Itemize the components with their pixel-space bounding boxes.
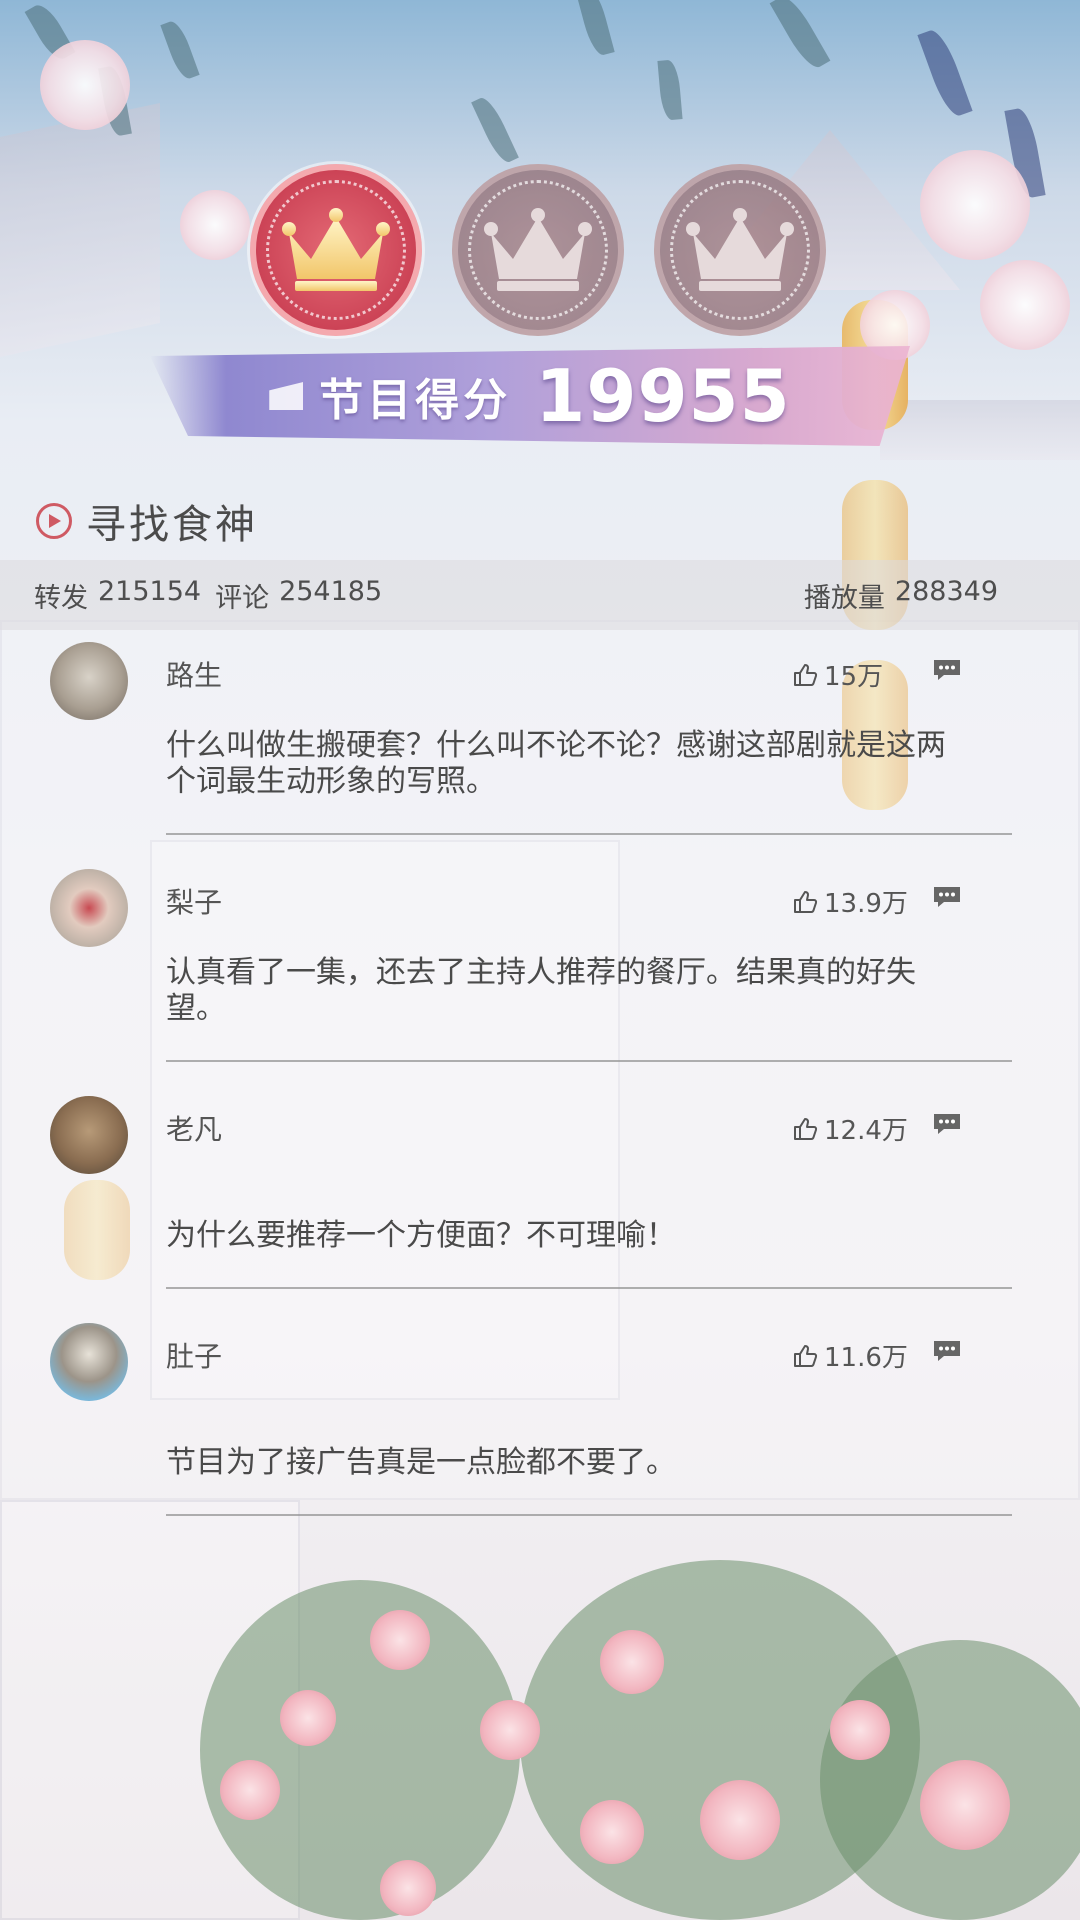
crown-icon bbox=[281, 207, 391, 293]
reply-icon[interactable] bbox=[932, 658, 962, 682]
like-count: 12.4万 bbox=[824, 1116, 908, 1146]
comment-list: 路生 15万 什么叫做生搬硬套？什么叫不论不论？感谢这部剧就是这两个词最生动形象… bbox=[0, 636, 1080, 1544]
like-button[interactable]: 15万 bbox=[792, 656, 883, 693]
thumbs-up-icon bbox=[794, 1344, 818, 1367]
commenter-name: 梨子 bbox=[166, 886, 223, 919]
like-button[interactable]: 11.6万 bbox=[792, 1337, 908, 1374]
commenter-name: 肚子 bbox=[166, 1340, 223, 1373]
like-count: 15万 bbox=[824, 662, 884, 692]
divider bbox=[166, 833, 1012, 835]
score-label: 节目得分 bbox=[319, 375, 512, 426]
score-banner: 节目得分 19955 bbox=[150, 346, 910, 446]
comment-text: 为什么要推荐一个方便面？不可理喻！ bbox=[166, 1218, 676, 1253]
list-item: 老凡 12.4万 为什么要推荐一个方便面？不可理喻！ bbox=[0, 1090, 1080, 1317]
reply-icon[interactable] bbox=[932, 1339, 962, 1363]
commenter-name: 路生 bbox=[166, 659, 223, 692]
medal-3 bbox=[654, 164, 826, 336]
clapperboard-icon bbox=[269, 382, 304, 410]
crown-icon bbox=[685, 207, 795, 293]
show-title: 寻找食神 bbox=[86, 502, 258, 548]
stats-bar: 转发 215154 评论 254185 播放量 288349 bbox=[0, 560, 1080, 630]
medal-1 bbox=[250, 164, 422, 336]
reply-icon[interactable] bbox=[932, 1112, 962, 1136]
plays-label: 播放量 bbox=[803, 582, 885, 614]
reply-icon[interactable] bbox=[932, 885, 962, 909]
thumbs-up-icon bbox=[794, 663, 818, 686]
repost-label: 转发 bbox=[34, 582, 88, 614]
like-count: 13.9万 bbox=[824, 889, 908, 919]
show-title-row[interactable]: 寻找食神 bbox=[36, 492, 258, 550]
comment-text: 节目为了接广告真是一点脸都不要了。 bbox=[166, 1445, 676, 1480]
like-button[interactable]: 12.4万 bbox=[792, 1110, 908, 1147]
avatar[interactable] bbox=[50, 1096, 128, 1174]
crown-icon bbox=[483, 207, 593, 293]
plays-count: 288349 bbox=[894, 575, 998, 607]
like-count: 11.6万 bbox=[824, 1343, 908, 1373]
like-button[interactable]: 13.9万 bbox=[792, 883, 908, 920]
rating-medals bbox=[250, 164, 830, 340]
thumbs-up-icon bbox=[794, 890, 818, 913]
avatar[interactable] bbox=[50, 1323, 128, 1401]
play-icon[interactable] bbox=[36, 503, 72, 539]
medal-2 bbox=[452, 164, 624, 336]
score-value: 19955 bbox=[535, 354, 791, 438]
divider bbox=[166, 1287, 1012, 1289]
thumbs-up-icon bbox=[794, 1117, 818, 1140]
list-item: 梨子 13.9万 认真看了一集，还去了主持人推荐的餐厅。结果真的好失望。 bbox=[0, 863, 1080, 1090]
list-item: 肚子 11.6万 节目为了接广告真是一点脸都不要了。 bbox=[0, 1317, 1080, 1544]
comment-text: 什么叫做生搬硬套？什么叫不论不论？感谢这部剧就是这两个词最生动形象的写照。 bbox=[166, 728, 946, 799]
commenter-name: 老凡 bbox=[166, 1113, 223, 1146]
repost-count: 215154 bbox=[98, 575, 202, 607]
avatar[interactable] bbox=[50, 642, 128, 720]
comment-count: 254185 bbox=[279, 575, 383, 607]
divider bbox=[166, 1060, 1012, 1062]
list-item: 路生 15万 什么叫做生搬硬套？什么叫不论不论？感谢这部剧就是这两个词最生动形象… bbox=[0, 636, 1080, 863]
avatar[interactable] bbox=[50, 869, 128, 947]
comment-text: 认真看了一集，还去了主持人推荐的餐厅。结果真的好失望。 bbox=[166, 955, 916, 1026]
divider bbox=[166, 1514, 1012, 1516]
comment-label: 评论 bbox=[215, 582, 270, 614]
